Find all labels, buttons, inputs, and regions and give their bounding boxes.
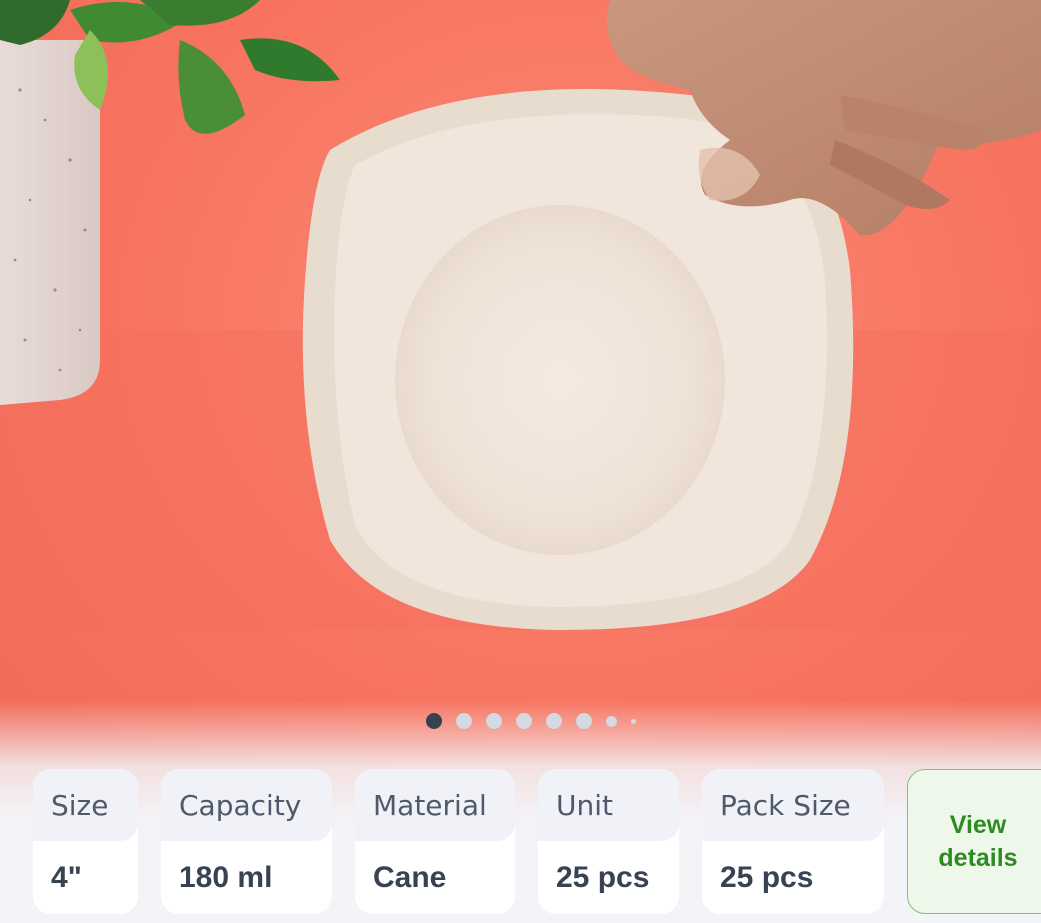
carousel-dot-7[interactable]	[606, 715, 617, 727]
carousel-dot-6[interactable]	[576, 713, 592, 729]
carousel-dot-4[interactable]	[516, 713, 532, 729]
spec-value: 180 ml	[179, 861, 273, 894]
spec-card-material: Material Cane	[355, 769, 515, 914]
carousel-indicator	[426, 713, 636, 729]
carousel-dot-1[interactable]	[426, 713, 442, 729]
product-gallery: Size 4" Capacity 180 ml Material Cane Un…	[0, 0, 1041, 923]
view-details-line1: View	[949, 810, 1007, 839]
spec-label: Size	[33, 769, 138, 841]
carousel-dot-5[interactable]	[546, 713, 562, 729]
spec-card-size: Size 4"	[33, 769, 138, 914]
spec-label: Pack Size	[702, 769, 884, 841]
spec-cards: Size 4" Capacity 180 ml Material Cane Un…	[0, 769, 1041, 916]
spec-value: 4"	[51, 861, 82, 894]
view-details-line2: details	[938, 843, 1018, 872]
spec-card-capacity: Capacity 180 ml	[161, 769, 332, 914]
spec-value: 25 pcs	[720, 861, 814, 894]
carousel-dot-8[interactable]	[631, 718, 636, 724]
spec-card-pack-size: Pack Size 25 pcs	[702, 769, 884, 914]
spec-value: 25 pcs	[556, 861, 650, 894]
spec-label: Unit	[538, 769, 679, 841]
spec-card-unit: Unit 25 pcs	[538, 769, 679, 914]
spec-label: Capacity	[161, 769, 332, 841]
view-details-button[interactable]: View details	[907, 769, 1041, 914]
carousel-dot-2[interactable]	[456, 713, 472, 729]
spec-value: Cane	[373, 861, 447, 894]
spec-label: Material	[355, 769, 515, 841]
carousel-dot-3[interactable]	[486, 713, 502, 729]
